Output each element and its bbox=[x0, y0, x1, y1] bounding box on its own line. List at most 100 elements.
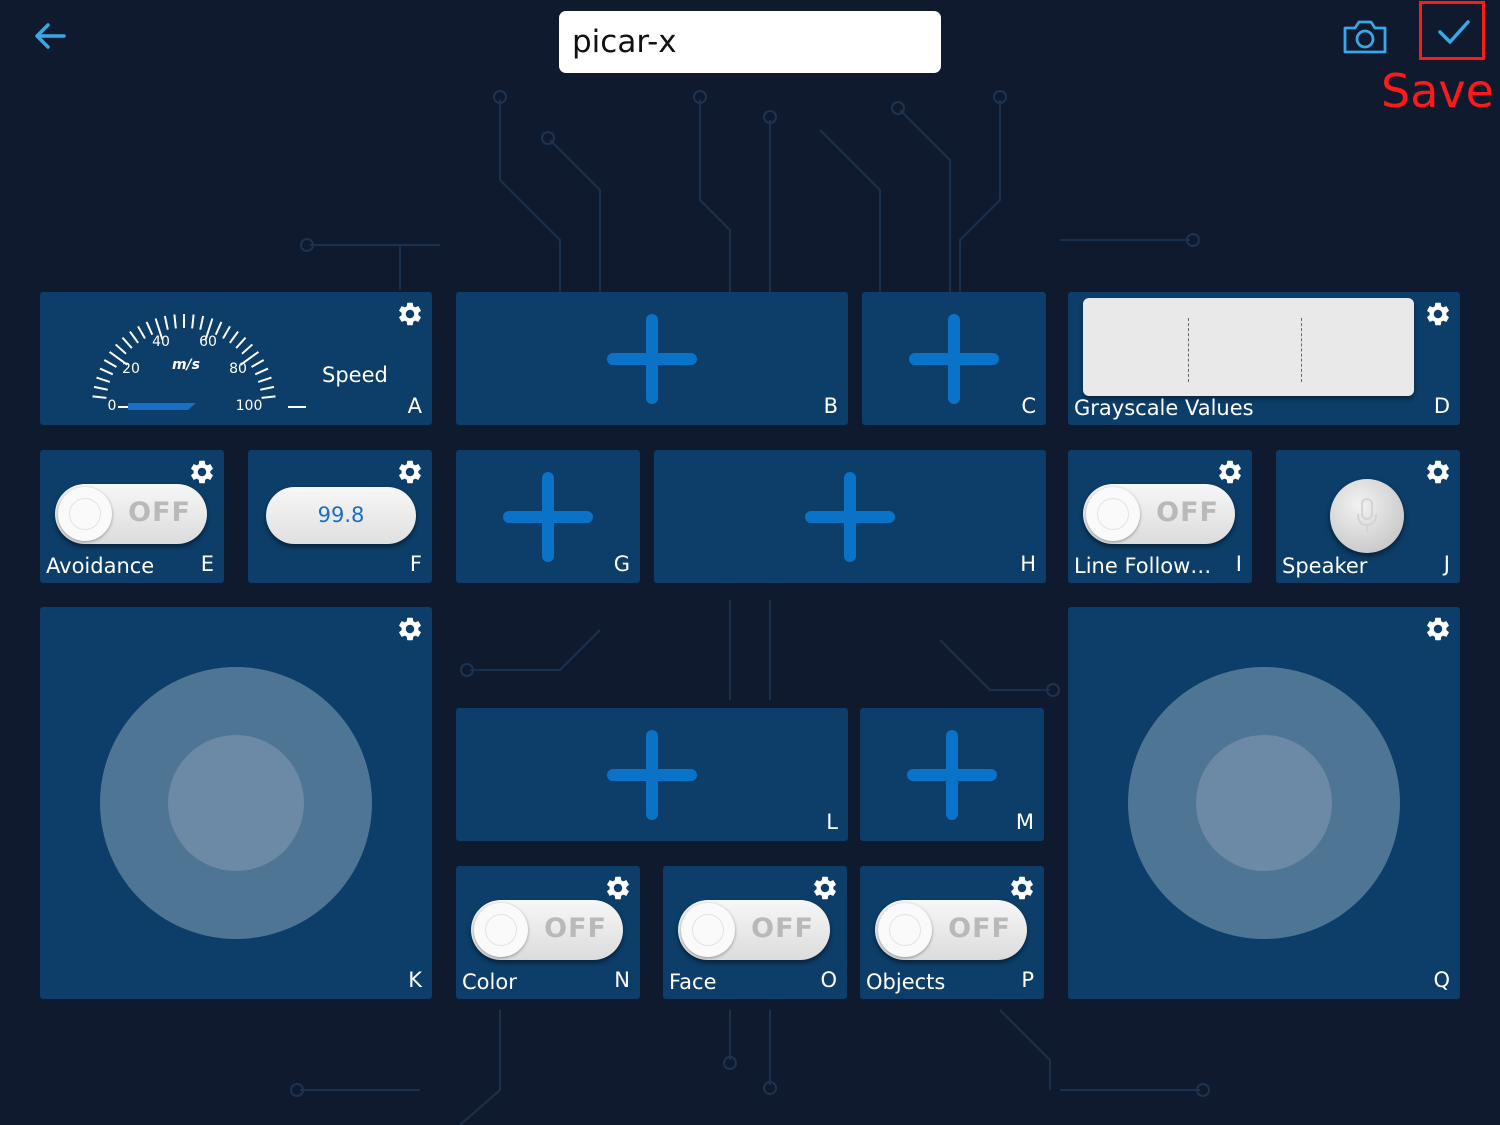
widget-n-color[interactable]: OFF Color N bbox=[456, 866, 640, 999]
widget-letter-a: A bbox=[407, 394, 422, 418]
add-widget-plus-icon[interactable] bbox=[805, 471, 895, 562]
joystick-knob[interactable] bbox=[1196, 735, 1332, 871]
widget-letter-b: B bbox=[823, 394, 838, 418]
gauge-tick-mark bbox=[241, 343, 254, 355]
gear-icon[interactable] bbox=[1424, 300, 1452, 328]
gauge-tick-mark bbox=[137, 325, 146, 339]
toggle-knob bbox=[878, 903, 932, 957]
widget-p-objects[interactable]: OFF Objects P bbox=[860, 866, 1044, 999]
grayscale-divider bbox=[1301, 318, 1302, 382]
camera-button[interactable] bbox=[1340, 14, 1390, 58]
widget-i-line-follow[interactable]: OFF Line Follow… I bbox=[1068, 450, 1252, 583]
gear-icon[interactable] bbox=[396, 300, 424, 328]
color-label: Color bbox=[462, 969, 517, 994]
gear-icon[interactable] bbox=[604, 874, 632, 902]
widget-c-empty-slot[interactable]: C bbox=[862, 292, 1046, 425]
widget-e-avoidance[interactable]: OFF Avoidance E bbox=[40, 450, 224, 583]
widget-k-joystick[interactable]: K bbox=[40, 607, 432, 999]
gear-icon[interactable] bbox=[1216, 458, 1244, 486]
gauge-tick-mark bbox=[103, 359, 117, 368]
grayscale-label: Grayscale Values bbox=[1074, 395, 1254, 420]
gauge-tick-mark bbox=[251, 359, 265, 368]
gauge-tick-mark bbox=[145, 321, 154, 336]
gear-icon[interactable] bbox=[1424, 615, 1452, 643]
gauge-tick-mark bbox=[254, 367, 269, 376]
number-display-value: 99.8 bbox=[317, 503, 365, 527]
gauge-tick-label-40: 40 bbox=[152, 334, 170, 350]
joystick-base[interactable] bbox=[100, 667, 372, 939]
widget-f-number-display[interactable]: 99.8 F bbox=[248, 450, 432, 583]
widget-o-face[interactable]: OFF Face O bbox=[663, 866, 847, 999]
gauge-tick-label-60: 60 bbox=[199, 334, 217, 350]
widget-h-empty-slot[interactable]: H bbox=[654, 450, 1046, 583]
grayscale-display bbox=[1083, 298, 1414, 396]
gauge-tick-mark bbox=[222, 325, 231, 339]
joystick-knob[interactable] bbox=[168, 735, 304, 871]
gauge-tick-mark bbox=[235, 336, 247, 349]
back-button[interactable] bbox=[28, 16, 72, 56]
toggle-knob bbox=[58, 487, 112, 541]
face-label: Face bbox=[669, 969, 717, 994]
title-field[interactable]: picar-x bbox=[559, 11, 941, 73]
toggle-state-text: OFF bbox=[544, 913, 607, 944]
gauge-tick-mark bbox=[214, 321, 223, 336]
color-toggle[interactable]: OFF bbox=[471, 900, 623, 960]
gear-icon[interactable] bbox=[396, 458, 424, 486]
gauge-unit-label: m/s bbox=[172, 357, 200, 373]
widget-letter-d: D bbox=[1433, 394, 1450, 418]
gear-icon[interactable] bbox=[1424, 458, 1452, 486]
widget-letter-h: H bbox=[1020, 552, 1036, 576]
back-arrow-icon bbox=[35, 23, 66, 49]
widget-letter-f: F bbox=[409, 552, 422, 576]
avoidance-toggle[interactable]: OFF bbox=[55, 484, 207, 544]
widget-letter-c: C bbox=[1021, 394, 1036, 418]
toggle-knob bbox=[1086, 487, 1140, 541]
gear-icon[interactable] bbox=[396, 615, 424, 643]
gear-icon[interactable] bbox=[811, 874, 839, 902]
joystick-base[interactable] bbox=[1128, 667, 1400, 939]
gauge-tick-mark bbox=[92, 395, 107, 399]
widget-l-empty-slot[interactable]: L bbox=[456, 708, 848, 841]
widget-letter-e: E bbox=[200, 552, 214, 576]
gauge-tick-mark bbox=[261, 395, 276, 399]
speed-label: Speed bbox=[322, 363, 388, 387]
add-widget-plus-icon[interactable] bbox=[909, 313, 999, 404]
toggle-state-text: OFF bbox=[948, 913, 1011, 944]
gauge-tick-label-0: 0 bbox=[108, 398, 117, 414]
objects-toggle[interactable]: OFF bbox=[875, 900, 1027, 960]
add-widget-plus-icon[interactable] bbox=[907, 729, 997, 820]
widget-d-grayscale[interactable]: Grayscale Values D bbox=[1068, 292, 1460, 425]
widget-b-empty-slot[interactable]: B bbox=[456, 292, 848, 425]
widget-letter-p: P bbox=[1021, 968, 1034, 992]
widget-g-empty-slot[interactable]: G bbox=[456, 450, 640, 583]
gauge-tick-mark bbox=[96, 376, 111, 383]
toggle-state-text: OFF bbox=[128, 497, 191, 528]
line-follow-toggle[interactable]: OFF bbox=[1083, 484, 1235, 544]
toggle-state-text: OFF bbox=[1156, 497, 1219, 528]
widget-j-speaker[interactable]: Speaker J bbox=[1276, 450, 1460, 583]
widget-m-empty-slot[interactable]: M bbox=[860, 708, 1044, 841]
widget-letter-n: N bbox=[614, 968, 630, 992]
gauge-tick-label-80: 80 bbox=[229, 361, 247, 377]
gauge-tick-mark bbox=[257, 376, 272, 383]
face-toggle[interactable]: OFF bbox=[678, 900, 830, 960]
add-widget-plus-icon[interactable] bbox=[607, 313, 697, 404]
gauge-tick-mark bbox=[93, 385, 108, 391]
add-widget-plus-icon[interactable] bbox=[503, 471, 593, 562]
gauge-tick-mark bbox=[129, 330, 139, 344]
gauge-tick-mark bbox=[260, 385, 275, 391]
widget-letter-j: J bbox=[1443, 552, 1450, 576]
gauge-tick-mark bbox=[121, 336, 133, 349]
microphone-button[interactable] bbox=[1330, 479, 1404, 553]
add-widget-plus-icon[interactable] bbox=[607, 729, 697, 820]
widget-q-joystick[interactable]: Q bbox=[1068, 607, 1460, 999]
gear-icon[interactable] bbox=[1008, 874, 1036, 902]
save-annotation-label: Save bbox=[1381, 64, 1494, 118]
gauge-tick-mark bbox=[199, 315, 205, 330]
toggle-knob bbox=[681, 903, 735, 957]
toggle-knob bbox=[474, 903, 528, 957]
checkmark-icon bbox=[1438, 20, 1470, 44]
widget-a-speed-gauge[interactable]: 0 20 40 60 80 100 m/s Speed A bbox=[40, 292, 432, 425]
gear-icon[interactable] bbox=[188, 458, 216, 486]
save-confirm-button[interactable] bbox=[1431, 12, 1475, 52]
